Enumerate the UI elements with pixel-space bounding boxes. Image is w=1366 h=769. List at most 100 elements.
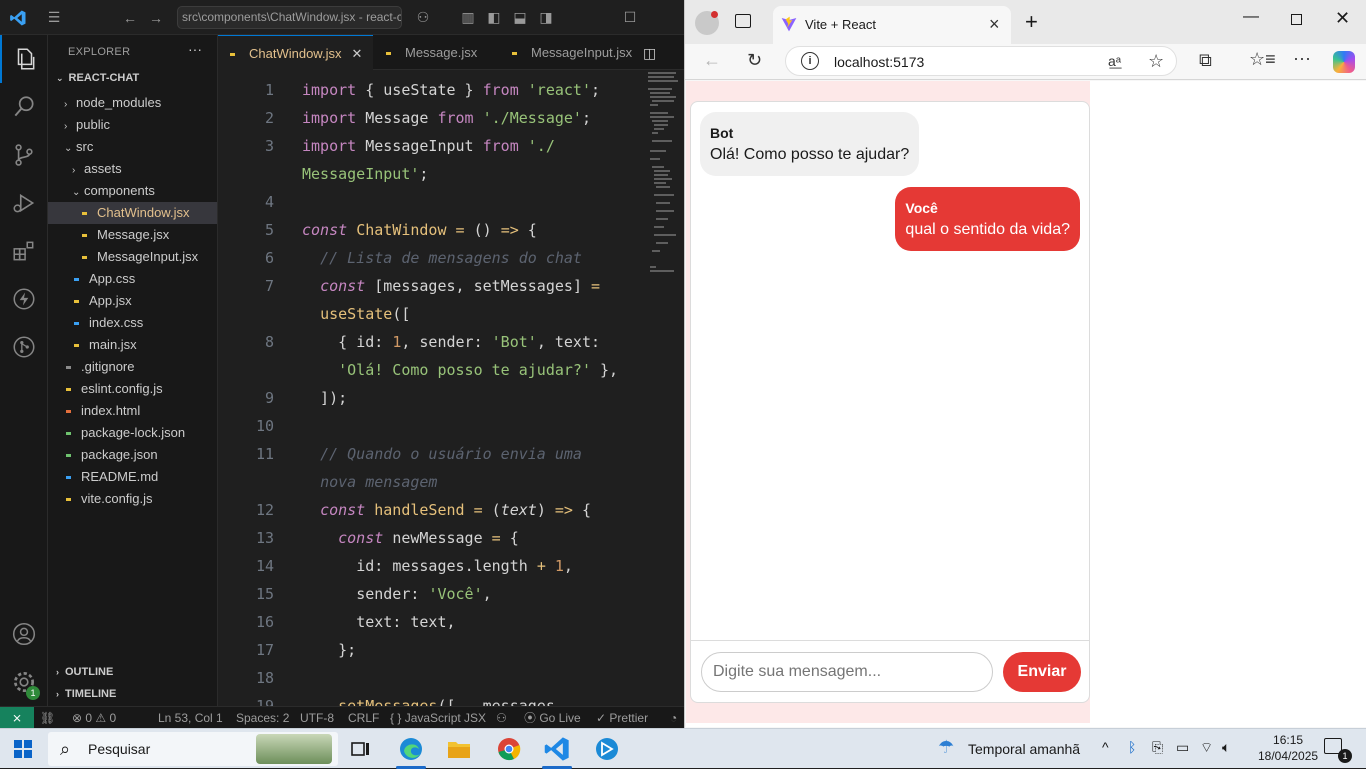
code-line[interactable]: }; [302, 636, 356, 664]
explorer-icon[interactable] [0, 35, 48, 83]
run-debug-icon[interactable] [0, 179, 48, 227]
folder-item[interactable]: › assets [48, 158, 217, 180]
prettier-status[interactable]: ✓ Prettier [596, 707, 648, 729]
notifications-bell-icon[interactable]: ◔ [670, 707, 677, 729]
toggle-secondary-sidebar-icon[interactable]: ◨ [536, 0, 556, 35]
code-line[interactable]: ]); [302, 384, 347, 412]
code-line[interactable]: const newMessage = { [302, 524, 519, 552]
file-item[interactable]: package.json [48, 444, 217, 466]
tray-overflow-icon[interactable]: ^ [1102, 739, 1109, 755]
settings-gear-icon[interactable]: 1 [0, 658, 48, 706]
account-icon[interactable] [0, 610, 48, 658]
file-item[interactable]: main.jsx [48, 334, 217, 356]
weather-text[interactable]: Temporal amanhã [968, 741, 1080, 757]
file-item[interactable]: Message.jsx [48, 224, 217, 246]
file-item[interactable]: eslint.config.js [48, 378, 217, 400]
url-text[interactable]: localhost:5173 [834, 54, 924, 70]
code-line[interactable]: // Lista de mensagens do chat [302, 244, 582, 272]
refresh-icon[interactable]: ↻ [747, 50, 762, 71]
code-line[interactable]: 'Olá! Como posso te ajudar?' }, [302, 356, 618, 384]
line-ending[interactable]: CRLF [348, 707, 379, 729]
code-line[interactable]: const ChatWindow = () => { [302, 216, 537, 244]
file-explorer-icon[interactable] [444, 735, 474, 763]
bluetooth-icon[interactable]: ᛒ [1128, 739, 1136, 755]
weather-rain-icon[interactable]: ☂ [938, 737, 954, 758]
search-icon[interactable] [0, 83, 48, 131]
encoding[interactable]: UTF-8 [300, 707, 334, 729]
menu-icon[interactable]: ☰ [44, 0, 64, 35]
code-line[interactable]: useState([ [302, 300, 410, 328]
volume-icon[interactable]: 🔈︎ [1222, 739, 1230, 756]
task-view-icon[interactable] [346, 735, 376, 763]
file-item[interactable]: ChatWindow.jsx [48, 202, 217, 224]
folder-item[interactable]: ⌄ src [48, 136, 217, 158]
tab-messageinput[interactable]: MessageInput.jsx [500, 35, 640, 70]
git-graph-icon[interactable] [0, 323, 48, 371]
code-line[interactable]: text: text, [302, 608, 455, 636]
file-item[interactable]: index.html [48, 400, 217, 422]
minimap[interactable] [646, 70, 682, 310]
folder-item[interactable]: ⌄ components [48, 180, 217, 202]
close-tab-icon[interactable]: × [989, 14, 1000, 35]
code-line[interactable]: sender: 'Você', [302, 580, 491, 608]
file-item[interactable]: README.md [48, 466, 217, 488]
send-button[interactable]: Enviar [1003, 652, 1081, 692]
vscode-logo-icon[interactable] [6, 0, 30, 35]
site-info-icon[interactable]: i [801, 52, 819, 70]
copilot-icon[interactable] [1333, 51, 1355, 73]
code-line[interactable]: const [messages, setMessages] = [302, 272, 600, 300]
remote-indicator[interactable]: ⨯ [0, 707, 34, 729]
folder-item[interactable]: › public [48, 114, 217, 136]
start-windows-icon[interactable] [14, 740, 32, 758]
file-item[interactable]: package-lock.json [48, 422, 217, 444]
vscode-app-icon[interactable] [542, 735, 572, 763]
folder-item[interactable]: › node_modules [48, 92, 217, 114]
chrome-icon[interactable] [494, 735, 524, 763]
file-item[interactable]: App.jsx [48, 290, 217, 312]
code-line[interactable]: nova mensagem [302, 468, 437, 496]
tab-actions-icon[interactable] [735, 14, 751, 28]
close-tab-icon[interactable]: ✕ [351, 46, 362, 61]
back-arrow-icon[interactable]: ← [120, 0, 140, 35]
code-line[interactable]: import MessageInput from './ [302, 132, 555, 160]
profile-avatar[interactable] [695, 11, 719, 35]
browser-tab[interactable]: Vite + React × [773, 6, 1011, 44]
more-menu-icon[interactable]: ··· [1293, 48, 1311, 69]
outline-section[interactable]: › OUTLINE [56, 666, 113, 678]
maximize-icon[interactable]: ☐ [620, 0, 640, 35]
cursor-position[interactable]: Ln 53, Col 1 [158, 707, 223, 729]
taskbar-search[interactable]: ⌕ Pesquisar [48, 732, 338, 766]
code-line[interactable]: id: messages.length + 1, [302, 552, 573, 580]
toggle-sidebar-icon[interactable]: ◧ [484, 0, 504, 35]
project-header[interactable]: ⌄ REACT-CHAT [56, 72, 139, 84]
read-aloud-icon[interactable]: a͟ᵃ [1108, 53, 1121, 69]
new-tab-icon[interactable]: + [1025, 9, 1038, 35]
source-control-icon[interactable] [0, 131, 48, 179]
forward-arrow-icon[interactable]: → [146, 0, 166, 35]
tab-chatwindow[interactable]: ChatWindow.jsx ✕ [218, 35, 373, 70]
taskbar-clock[interactable]: 16:15 18/04/2025 [1258, 732, 1318, 764]
timeline-section[interactable]: › TIMELINE [56, 688, 116, 700]
tab-message[interactable]: Message.jsx [374, 35, 499, 70]
minimize-icon[interactable]: — [1243, 8, 1259, 26]
extensions-icon[interactable] [0, 227, 48, 275]
copilot-status-icon[interactable]: ⚇ [496, 707, 507, 729]
file-item[interactable]: index.css [48, 312, 217, 334]
favorite-star-icon[interactable]: ☆ [1148, 51, 1164, 72]
app-icon[interactable] [592, 735, 622, 763]
code-line[interactable]: import Message from './Message'; [302, 104, 591, 132]
maximize-icon[interactable] [1291, 14, 1302, 25]
copilot-icon[interactable]: ⚇ [412, 0, 434, 35]
more-actions-icon[interactable]: ··· [188, 41, 202, 57]
battery-icon[interactable]: ▭ [1176, 739, 1189, 756]
go-live-button[interactable]: ⦿ Go Live [524, 707, 581, 729]
file-item[interactable]: MessageInput.jsx [48, 246, 217, 268]
address-bar[interactable]: i localhost:5173 a͟ᵃ ☆ [785, 46, 1177, 76]
edge-app-icon[interactable] [396, 735, 426, 763]
code-line[interactable]: const handleSend = (text) => { [302, 496, 591, 524]
file-item[interactable]: App.css [48, 268, 217, 290]
ports-icon[interactable]: ⛓ [40, 707, 55, 729]
file-item[interactable]: .gitignore [48, 356, 217, 378]
device-icon[interactable]: ⎘ [1152, 739, 1163, 756]
code-line[interactable]: { id: 1, sender: 'Bot', text: [302, 328, 600, 356]
